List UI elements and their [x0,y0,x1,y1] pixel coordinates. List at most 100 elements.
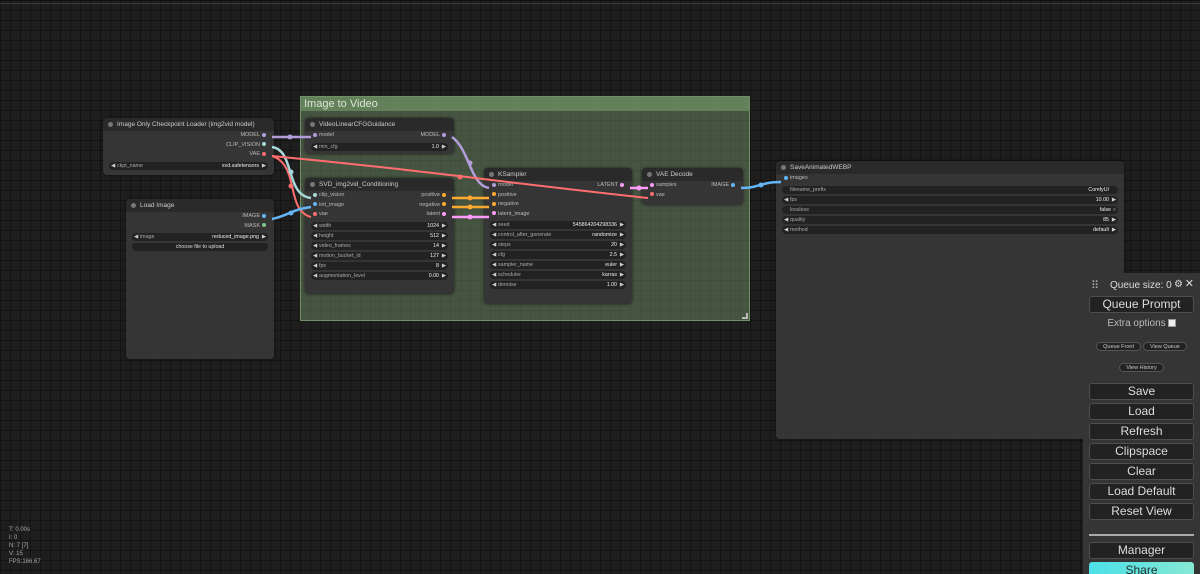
view-queue-button[interactable]: View Queue [1143,342,1187,351]
output-slot-model[interactable] [442,132,446,137]
input-slot-model[interactable] [313,132,317,137]
increment-icon[interactable]: ▶ [442,143,446,151]
widget-augmentation-level[interactable]: ◀ augmentation_level 0.00 ▶ [311,271,448,280]
decrement-icon[interactable]: ◀ [313,252,317,260]
widget-method[interactable]: ◀ method default ▶ [782,225,1118,234]
group-title[interactable]: Image to Video [301,97,749,111]
manager-button[interactable]: Manager [1089,542,1194,559]
decrement-icon[interactable]: ◀ [313,222,317,230]
widget-scheduler[interactable]: ◀ scheduler karras ▶ [490,271,626,279]
node-ksampler[interactable]: KSampler model LATENT positive negative … [484,168,632,304]
decrement-icon[interactable]: ◀ [313,272,317,280]
increment-icon[interactable]: ▶ [620,271,624,279]
increment-icon[interactable]: ▶ [442,262,446,270]
input-slot-images[interactable] [784,175,788,180]
queue-prompt-button[interactable]: Queue Prompt [1089,296,1194,313]
input-slot-positive[interactable] [492,192,496,197]
clear-button[interactable]: Clear [1089,463,1194,480]
output-slot-clip-vision[interactable] [262,142,266,147]
node-vae-decode[interactable]: VAE Decode samples IMAGE vae [642,168,743,205]
decrement-icon[interactable]: ◀ [492,281,496,289]
node-svd-conditioning[interactable]: SVD_img2vid_Conditioning clip_vision pos… [305,178,454,294]
widget-min-cfg[interactable]: ◀ min_cfg 1.0 ▶ [311,142,448,151]
load-default-button[interactable]: Load Default [1089,483,1194,500]
widget-video-frames[interactable]: ◀ video_frames 14 ▶ [311,241,448,250]
node-title[interactable]: KSampler [484,168,632,181]
widget-filename-prefix[interactable]: filename_prefix ComfyUI [782,185,1118,194]
decrement-icon[interactable]: ◀ [111,162,115,170]
widget-image[interactable]: ◀ image reduced_image.png ▶ [132,233,268,241]
queue-menu[interactable]: ⠿ Queue size: 0 ⚙ ✕ Queue Prompt Extra o… [1083,273,1200,574]
widget-motion-bucket-id[interactable]: ◀ motion_bucket_id 127 ▶ [311,251,448,260]
increment-icon[interactable]: ▶ [262,233,266,241]
decrement-icon[interactable]: ◀ [492,231,496,239]
decrement-icon[interactable]: ◀ [313,262,317,270]
increment-icon[interactable]: ▶ [442,272,446,280]
close-icon[interactable]: ✕ [1185,277,1194,290]
increment-icon[interactable]: ▶ [1112,226,1116,234]
output-slot-latent[interactable] [442,211,446,216]
decrement-icon[interactable]: ◀ [313,143,317,151]
widget-denoise[interactable]: ◀ denoise 1.00 ▶ [490,281,626,289]
node-title[interactable]: Image Only Checkpoint Loader (img2vid mo… [103,118,274,131]
output-slot-image[interactable] [731,182,735,187]
increment-icon[interactable]: ▶ [620,281,624,289]
node-title[interactable]: VAE Decode [642,168,743,181]
decrement-icon[interactable]: ◀ [492,261,496,269]
node-load-image[interactable]: Load Image IMAGE MASK ◀ image reduced_im… [126,199,274,359]
drag-handle-icon[interactable]: ⠿ [1091,279,1099,292]
decrement-icon[interactable]: ◀ [784,226,788,234]
widget-width[interactable]: ◀ width 1024 ▶ [311,221,448,230]
save-button[interactable]: Save [1089,383,1194,400]
widget-steps[interactable]: ◀ steps 20 ▶ [490,241,626,249]
decrement-icon[interactable]: ◀ [784,216,788,224]
increment-icon[interactable]: ▶ [620,221,624,229]
decrement-icon[interactable]: ◀ [492,241,496,249]
input-slot-init-image[interactable] [313,202,317,207]
reset-view-button[interactable]: Reset View [1089,503,1194,520]
increment-icon[interactable]: ▶ [620,261,624,269]
output-slot-positive[interactable] [442,192,446,197]
output-slot-latent[interactable] [620,182,624,187]
output-slot-mask[interactable] [262,223,266,228]
increment-icon[interactable]: ▶ [442,232,446,240]
node-title[interactable]: SVD_img2vid_Conditioning [305,178,454,191]
input-slot-vae[interactable] [650,192,654,197]
decrement-icon[interactable]: ◀ [492,251,496,259]
widget-cfg[interactable]: ◀ cfg 2.5 ▶ [490,251,626,259]
input-slot-vae[interactable] [313,211,317,216]
increment-icon[interactable]: ▶ [442,252,446,260]
load-button[interactable]: Load [1089,403,1194,420]
input-slot-negative[interactable] [492,201,496,206]
gear-icon[interactable]: ⚙ [1174,279,1183,290]
node-title[interactable]: VideoLinearCFGGuidance [305,118,454,131]
input-slot-clip-vision[interactable] [313,192,317,197]
widget-height[interactable]: ◀ height 512 ▶ [311,231,448,240]
widget-seed[interactable]: ◀ seed 545864204298336 ▶ [490,221,626,229]
increment-icon[interactable]: ▶ [1112,196,1116,204]
output-slot-vae[interactable] [262,151,266,156]
clipspace-button[interactable]: Clipspace [1089,443,1194,460]
extra-options-checkbox[interactable] [1167,319,1176,328]
upload-button[interactable]: choose file to upload [132,243,268,251]
decrement-icon[interactable]: ◀ [492,271,496,279]
group-resize-handle[interactable] [742,313,748,319]
refresh-button[interactable]: Refresh [1089,423,1194,440]
widget-control-after-generate[interactable]: ◀ control_after_generate randomize ▶ [490,231,626,239]
decrement-icon[interactable]: ◀ [784,196,788,204]
increment-icon[interactable]: ▶ [620,231,624,239]
node-checkpoint-loader[interactable]: Image Only Checkpoint Loader (img2vid mo… [103,118,274,175]
view-history-button[interactable]: View History [1119,363,1164,372]
output-slot-negative[interactable] [442,202,446,207]
decrement-icon[interactable]: ◀ [492,221,496,229]
input-slot-latent-image[interactable] [492,211,496,216]
widget-fps[interactable]: ◀ fps 10.00 ▶ [782,195,1118,204]
widget-quality[interactable]: ◀ quality 85 ▶ [782,215,1118,224]
decrement-icon[interactable]: ◀ [134,233,138,241]
output-slot-model[interactable] [262,132,266,137]
share-button[interactable]: Share [1089,562,1194,574]
increment-icon[interactable]: ▶ [1112,216,1116,224]
increment-icon[interactable]: ▶ [442,222,446,230]
queue-front-button[interactable]: Queue Front [1096,342,1141,351]
decrement-icon[interactable]: ◀ [313,232,317,240]
